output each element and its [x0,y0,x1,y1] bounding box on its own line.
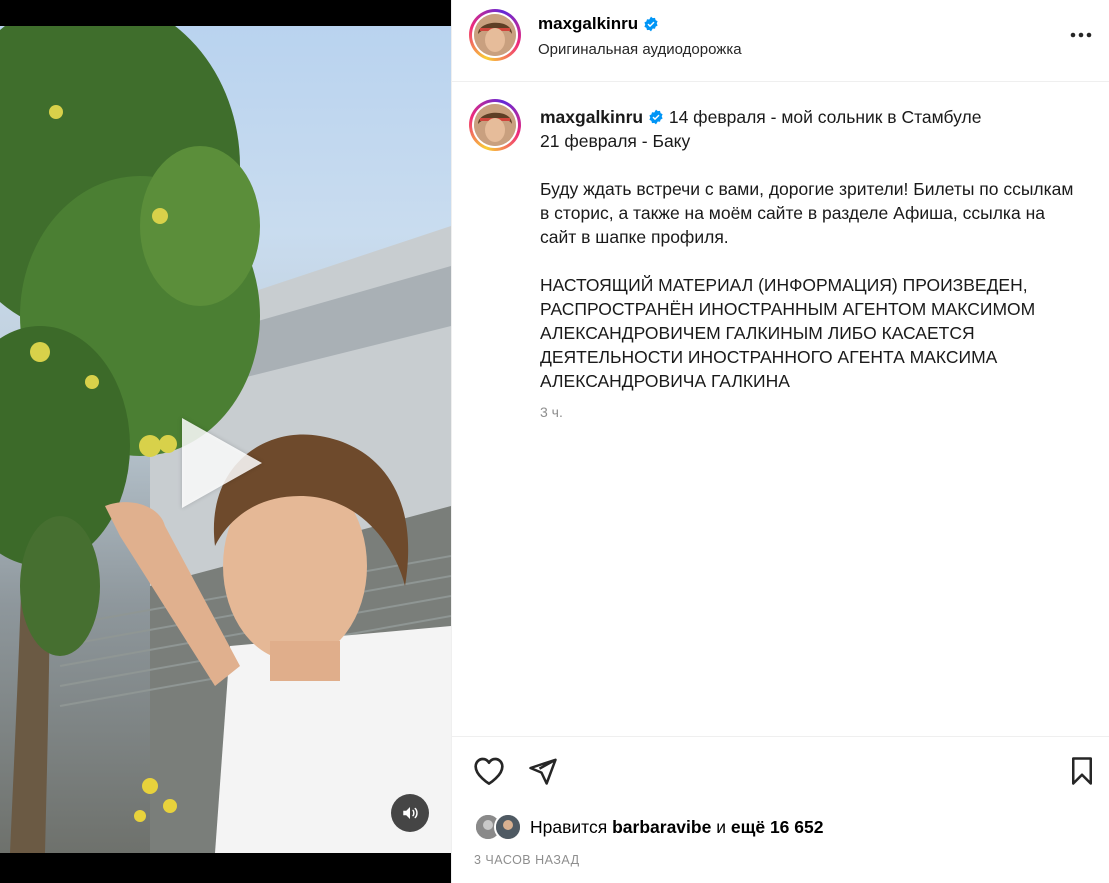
caption-paragraph-2: Буду ждать встречи с вами, дорогие зрите… [540,179,1074,247]
bookmark-icon[interactable] [1065,754,1099,788]
more-horizontal-icon[interactable] [1068,22,1094,48]
likes-summary[interactable]: Нравится barbaravibe и ещё 16 652 [474,813,823,841]
post-media [0,0,451,883]
liker-avatar [494,813,522,841]
caption-line-1: 14 февраля - мой сольник в Стамбуле [668,107,982,127]
author-avatar[interactable] [469,9,521,61]
verified-badge-icon [648,107,664,125]
likes-count-link[interactable]: ещё 16 652 [731,817,824,837]
play-icon[interactable] [182,418,262,508]
video-frame[interactable] [0,26,451,853]
caption-timestamp[interactable]: 3 ч. [540,404,563,420]
caption-text: maxgalkinru 14 февраля - мой сольник в С… [540,105,1080,393]
post-actions: Нравится barbaravibe и ещё 16 652 3 ЧАСО… [452,736,1109,883]
post-header: maxgalkinru Оригинальная аудиодорожка [452,0,1109,82]
likes-text: Нравится barbaravibe и ещё 16 652 [530,817,823,838]
speaker-icon[interactable] [391,794,429,832]
likes-conjunction: и [716,816,726,837]
username-text[interactable]: maxgalkinru [538,14,638,34]
audio-track-link[interactable]: Оригинальная аудиодорожка [538,41,742,58]
likes-prefix: Нравится [530,816,608,837]
caption-author-avatar[interactable] [469,99,521,151]
caption-section: maxgalkinru 14 февраля - мой сольник в С… [452,82,1109,735]
post-details-pane: maxgalkinru Оригинальная аудиодорожка ma… [451,0,1109,883]
author-username-link[interactable]: maxgalkinru [538,14,659,34]
paper-plane-icon[interactable] [526,754,560,788]
post-timestamp[interactable]: 3 ЧАСОВ НАЗАД [474,853,580,867]
caption-username-link[interactable]: maxgalkinru [540,107,643,127]
caption-paragraph-3: НАСТОЯЩИЙ МАТЕРИАЛ (ИНФОРМАЦИЯ) ПРОИЗВЕД… [540,275,1036,391]
caption-line-2: 21 февраля - Баку [540,131,691,151]
liker-username-link[interactable]: barbaravibe [612,817,711,837]
verified-badge-icon [643,16,659,32]
heart-icon[interactable] [472,754,506,788]
